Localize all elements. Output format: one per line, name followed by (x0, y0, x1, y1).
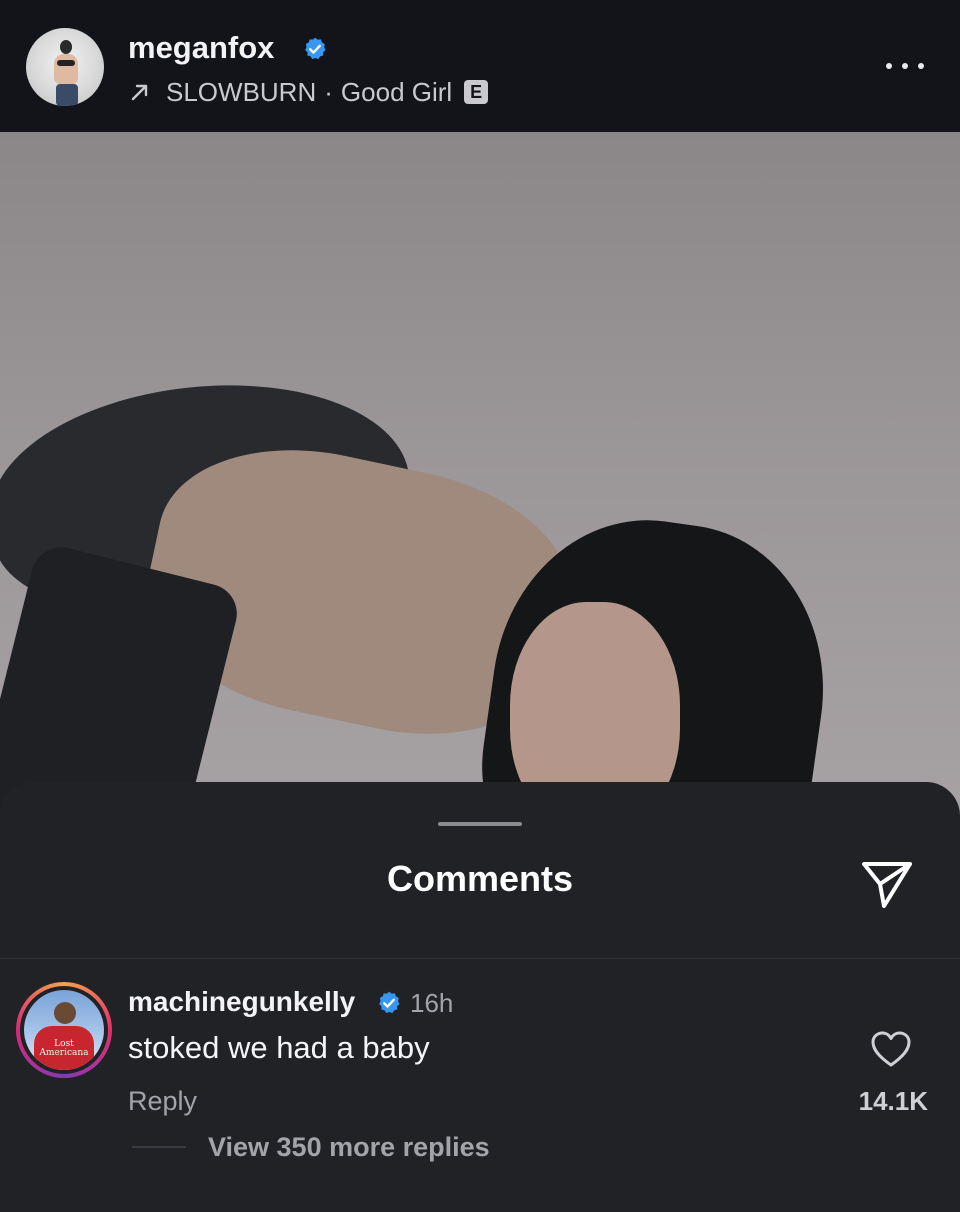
post-header: meganfox SLOWBURN · Good Girl E (0, 0, 960, 132)
like-count: 14.1K (858, 1086, 928, 1116)
music-attribution[interactable]: SLOWBURN · Good Girl E (128, 76, 489, 108)
send-icon[interactable] (858, 854, 916, 912)
music-separator: · (324, 76, 333, 107)
avatar-hair (54, 1002, 76, 1024)
commenter-avatar[interactable]: Lost Americana (16, 982, 112, 1078)
avatar-figure-head (60, 40, 72, 54)
reply-button[interactable]: Reply (128, 1086, 197, 1117)
commenter-avatar-image: Lost Americana (24, 990, 104, 1070)
verified-badge-icon (379, 991, 400, 1014)
music-artist: SLOWBURN (166, 76, 317, 107)
comments-sheet: Comments Lost Americana machinegunkelly … (0, 782, 960, 1212)
more-dot (902, 63, 908, 69)
heart-icon[interactable] (870, 1030, 912, 1068)
sheet-divider (0, 958, 960, 959)
more-dot (918, 63, 924, 69)
comments-title: Comments (386, 858, 574, 899)
sheet-drag-handle[interactable] (438, 822, 522, 826)
avatar-figure-top (57, 60, 75, 66)
music-title: Good Girl (340, 76, 453, 107)
verified-badge-icon (305, 37, 326, 60)
view-more-replies[interactable]: View 350 more replies (208, 1132, 490, 1163)
avatar-figure-legs (56, 84, 78, 106)
comment-username[interactable]: machinegunkelly (128, 986, 355, 1018)
avatar-figure-body (54, 54, 78, 84)
avatar-jacket-text: Lost Americana (39, 1039, 89, 1058)
more-dot (886, 63, 892, 69)
post-username[interactable]: meganfox (128, 30, 274, 66)
post-photo[interactable] (0, 132, 960, 832)
more-options-icon[interactable] (886, 60, 924, 72)
replies-line (132, 1146, 186, 1148)
explicit-badge: E (464, 80, 489, 104)
comment-text: stoked we had a baby (128, 1030, 430, 1065)
music-arrow-icon (131, 84, 148, 101)
profile-avatar[interactable] (26, 28, 104, 106)
comment-timestamp: 16h (410, 988, 454, 1018)
